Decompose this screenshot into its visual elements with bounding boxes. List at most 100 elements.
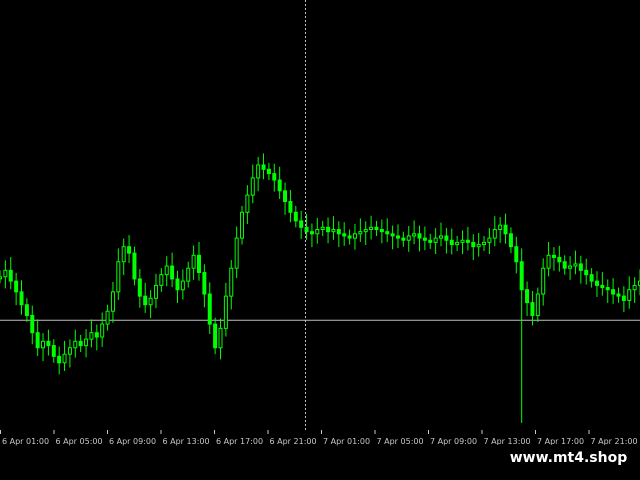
candle xyxy=(503,213,508,244)
candle-body xyxy=(159,274,164,286)
candle-body xyxy=(557,256,562,263)
candle-body xyxy=(315,229,320,235)
candle xyxy=(24,298,29,322)
candle xyxy=(358,218,363,242)
candle-body xyxy=(594,280,599,286)
candle-body xyxy=(455,241,460,246)
candle xyxy=(89,319,94,348)
candle xyxy=(180,269,185,300)
candle-body xyxy=(14,280,19,293)
candle xyxy=(84,329,89,358)
candle-body xyxy=(57,355,62,364)
candle xyxy=(175,270,180,304)
candle-body xyxy=(460,239,465,243)
candle-body xyxy=(471,241,476,248)
candle-body xyxy=(309,231,314,235)
candle xyxy=(35,319,40,356)
candle xyxy=(551,247,556,271)
candle-body xyxy=(600,284,605,289)
candle xyxy=(508,227,513,254)
candle xyxy=(191,245,196,280)
candle-body xyxy=(336,229,341,235)
price-chart[interactable]: 6 Apr 01:00 6 Apr 05:00 6 Apr 09:00 6 Apr 1… xyxy=(0,0,640,480)
candle-body xyxy=(127,246,132,254)
candle-body xyxy=(100,323,105,338)
candle-body xyxy=(352,233,357,239)
candle xyxy=(14,272,19,306)
candle xyxy=(412,220,417,245)
candle xyxy=(223,282,228,337)
candle xyxy=(229,260,234,310)
time-tick-label: 6 Apr 21:00 xyxy=(270,437,317,446)
candle-body xyxy=(632,284,637,291)
candle-body xyxy=(51,345,56,357)
candle-body xyxy=(465,239,470,243)
candle-body xyxy=(283,190,288,203)
candle xyxy=(616,287,621,303)
candle xyxy=(207,282,212,334)
candle-body xyxy=(256,164,261,179)
candle xyxy=(288,189,293,223)
candle-body xyxy=(627,289,632,301)
candle-body xyxy=(105,310,110,325)
candle-body xyxy=(89,332,94,340)
candle-body xyxy=(213,323,218,349)
candle xyxy=(627,276,632,309)
candle-body xyxy=(358,231,363,235)
candle xyxy=(632,277,637,304)
candle-body xyxy=(492,229,497,239)
candle xyxy=(487,228,492,255)
candle-body xyxy=(562,261,567,269)
candle xyxy=(352,223,357,250)
candle xyxy=(342,222,347,246)
candle-body xyxy=(153,284,158,299)
candle-body xyxy=(535,293,540,316)
candle xyxy=(0,270,2,284)
candle xyxy=(401,231,406,247)
candle xyxy=(514,236,519,274)
candle-body xyxy=(395,235,400,239)
candle-body xyxy=(110,291,115,312)
candle-body xyxy=(487,237,492,243)
candle xyxy=(277,166,282,199)
candle xyxy=(320,220,325,236)
candle xyxy=(584,258,589,285)
candle xyxy=(379,219,384,244)
time-tick-label: 7 Apr 01:00 xyxy=(323,437,370,446)
candle xyxy=(498,217,503,243)
time-tick-label: 6 Apr 17:00 xyxy=(216,437,263,446)
candle-body xyxy=(363,229,368,233)
candle xyxy=(240,205,245,245)
candle-body xyxy=(35,332,40,349)
candle-body xyxy=(390,233,395,237)
candle xyxy=(482,235,487,251)
candle-body xyxy=(519,261,524,291)
candle-body xyxy=(449,239,454,246)
candle-body xyxy=(196,254,201,274)
candle xyxy=(170,252,175,288)
candle-body xyxy=(73,340,78,349)
candle xyxy=(363,221,368,245)
candle xyxy=(525,281,530,316)
candle-body xyxy=(476,244,481,248)
candle-body xyxy=(379,229,384,233)
candle xyxy=(541,258,546,306)
candle xyxy=(261,153,266,180)
candle xyxy=(19,280,24,315)
candle-body xyxy=(584,269,589,276)
candle xyxy=(299,211,304,239)
time-tick-label: 7 Apr 05:00 xyxy=(377,437,424,446)
candle xyxy=(535,287,540,322)
candle-body xyxy=(272,173,277,181)
time-tick-label: 6 Apr 01:00 xyxy=(2,437,49,446)
candle-body xyxy=(482,241,487,246)
candle xyxy=(621,286,626,313)
candle xyxy=(573,250,578,275)
candle xyxy=(67,339,72,368)
watermark-label: www.mt4.shop xyxy=(497,445,640,471)
candle xyxy=(256,156,261,192)
candle xyxy=(492,216,497,247)
candle-body xyxy=(541,267,546,295)
candle-body xyxy=(121,246,126,263)
candle xyxy=(73,329,78,358)
